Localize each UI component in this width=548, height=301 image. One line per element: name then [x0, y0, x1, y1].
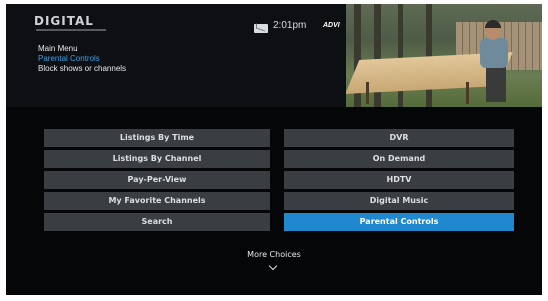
channel-tag: ADVI	[323, 22, 340, 29]
menu-item-parental-controls[interactable]: Parental Controls	[284, 213, 514, 231]
tv-screen: DIGITAL 2:01pm ADVI Main Menu Parental C…	[6, 4, 542, 295]
more-choices-button[interactable]: More Choices	[224, 250, 324, 259]
menu-item-listings-by-time[interactable]: Listings By Time	[44, 129, 270, 147]
header: DIGITAL 2:01pm ADVI Main Menu Parental C…	[6, 4, 542, 107]
menu-item-listings-by-channel[interactable]: Listings By Channel	[44, 150, 270, 168]
menu-item-my-favorite-channels[interactable]: My Favorite Channels	[44, 192, 270, 210]
person-body	[480, 38, 508, 68]
breadcrumb-parental-controls[interactable]: Parental Controls	[38, 54, 126, 64]
menu-item-digital-music[interactable]: Digital Music	[284, 192, 514, 210]
digital-cable-logo: DIGITAL	[34, 14, 94, 28]
breadcrumb: Main Menu Parental Controls Block shows …	[38, 44, 126, 74]
mail-icon	[254, 24, 268, 33]
board-leg	[366, 82, 369, 104]
breadcrumb-block-shows: Block shows or channels	[38, 64, 127, 73]
clock: 2:01pm	[273, 20, 307, 31]
board-leg	[466, 82, 469, 104]
tree-trunk	[398, 4, 403, 107]
menu-item-pay-per-view[interactable]: Pay-Per-View	[44, 171, 270, 189]
menu-item-hdtv[interactable]: HDTV	[284, 171, 514, 189]
chevron-down-icon[interactable]	[268, 261, 278, 271]
menu-item-search[interactable]: Search	[44, 213, 270, 231]
live-tv-preview[interactable]	[346, 4, 542, 107]
logo-underline	[36, 29, 106, 31]
breadcrumb-main-menu[interactable]: Main Menu	[38, 44, 126, 54]
menu-item-on-demand[interactable]: On Demand	[284, 150, 514, 168]
person-legs	[486, 66, 506, 102]
menu-item-dvr[interactable]: DVR	[284, 129, 514, 147]
